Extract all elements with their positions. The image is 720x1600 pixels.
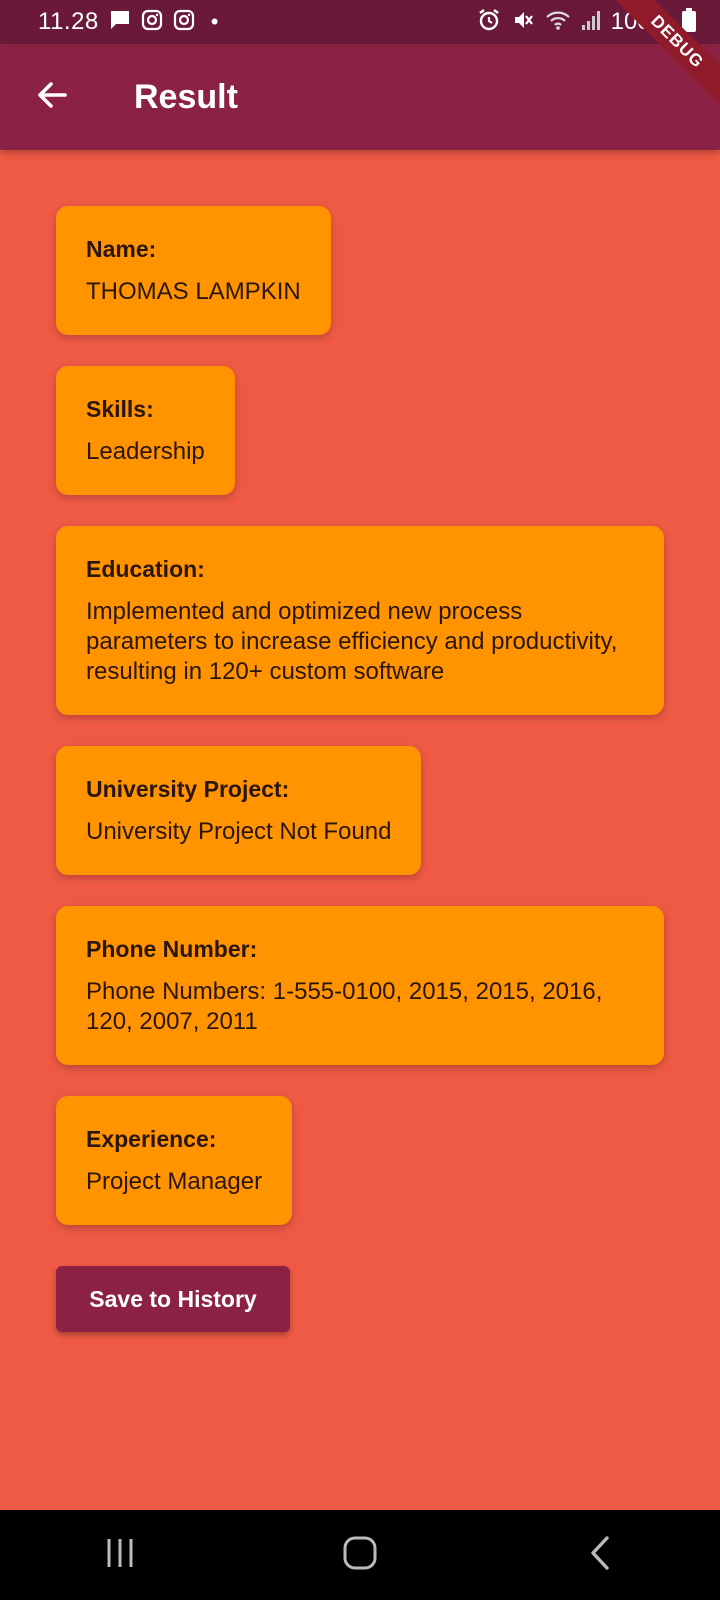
recents-icon <box>103 1536 137 1575</box>
back-icon <box>585 1535 615 1576</box>
dot-icon: • <box>210 9 219 34</box>
page-title: Result <box>134 77 238 116</box>
instagram-icon <box>141 9 163 36</box>
card-label: Phone Number: <box>86 936 258 962</box>
name-card: Name: THOMAS LAMPKIN <box>56 206 331 335</box>
experience-card: Experience: Project Manager <box>56 1096 293 1225</box>
card-label: Skills: <box>86 396 154 422</box>
message-icon <box>109 9 131 36</box>
education-card: Education: Implemented and optimized new… <box>56 526 664 715</box>
result-list: Name: THOMAS LAMPKIN Skills: Leadership … <box>56 206 664 1332</box>
home-icon <box>342 1535 378 1576</box>
app-bar: Result <box>0 44 720 150</box>
nav-back-button[interactable] <box>560 1525 640 1585</box>
save-to-history-button[interactable]: Save to History <box>56 1266 290 1332</box>
system-nav-bar <box>0 1510 720 1600</box>
status-bar: 11.28 • 100% <box>0 0 720 44</box>
card-label: Experience: <box>86 1126 217 1152</box>
recents-button[interactable] <box>80 1525 160 1585</box>
card-value: THOMAS LAMPKIN <box>86 278 301 305</box>
card-value: University Project Not Found <box>86 818 392 845</box>
instagram-icon <box>173 9 195 36</box>
card-value: Phone Numbers: 1-555-0100, 2015, 2015, 2… <box>86 978 603 1035</box>
home-button[interactable] <box>320 1525 400 1585</box>
status-left: 11.28 • <box>38 8 218 36</box>
card-label: University Project: <box>86 776 290 802</box>
university-project-card: University Project: University Project N… <box>56 746 422 875</box>
skills-card: Skills: Leadership <box>56 366 235 495</box>
back-button[interactable] <box>24 69 80 125</box>
card-value: Leadership <box>86 438 205 465</box>
card-label: Education: <box>86 556 205 582</box>
mute-icon <box>511 8 535 37</box>
card-value: Implemented and optimized new process pa… <box>86 598 618 685</box>
card-value: Project Manager <box>86 1168 263 1195</box>
phone-number-card: Phone Number: Phone Numbers: 1-555-0100,… <box>56 906 664 1065</box>
signal-icon <box>581 9 601 36</box>
status-time: 11.28 <box>38 8 99 35</box>
alarm-icon <box>477 8 501 37</box>
arrow-left-icon <box>35 78 69 117</box>
wifi-icon <box>545 8 571 37</box>
card-label: Name: <box>86 236 157 262</box>
